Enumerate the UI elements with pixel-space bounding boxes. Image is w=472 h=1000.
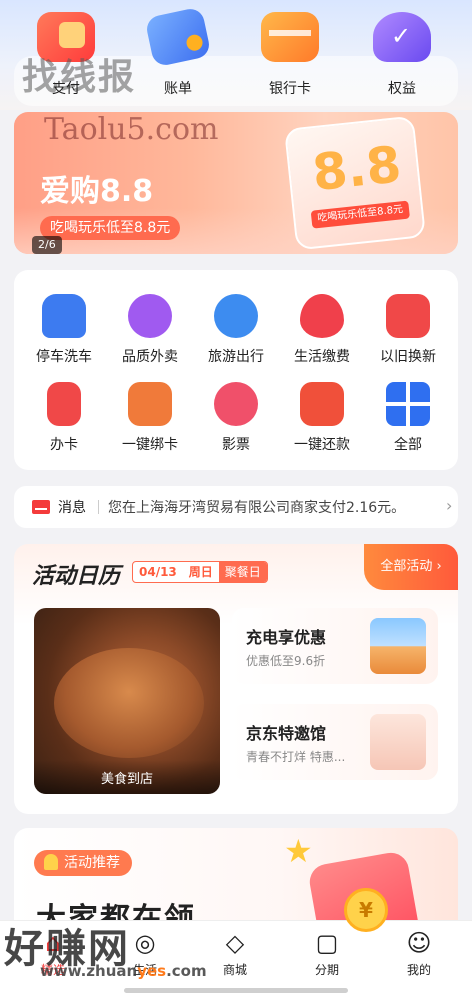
gift-box-number: 8.8 [309, 135, 404, 203]
watermark-url-a: www.zhuan [40, 962, 138, 980]
film-reel-icon [214, 382, 258, 426]
nav-installment[interactable]: ▢ 分期 [292, 929, 362, 978]
smile-icon: ☺ [406, 929, 432, 957]
calendar-title: 活动日历 [32, 564, 121, 589]
service-trade-in[interactable]: 以旧换新 [360, 294, 456, 366]
quick-item-benefits[interactable]: ✓ 权益 [362, 12, 442, 98]
quick-item-benefits-label: 权益 [388, 81, 416, 97]
service-trade-in-label: 以旧换新 [380, 349, 436, 365]
service-card-apply-label: 办卡 [50, 437, 78, 453]
promo-jd-subtitle: 青春不打烊 特惠... [246, 750, 346, 764]
calendar-weekday: 周日 [188, 565, 213, 579]
bind-card-icon [128, 382, 172, 426]
service-utilities[interactable]: 生活缴费 [274, 294, 370, 366]
recommend-badge: 活动推荐 [34, 850, 132, 876]
palm-tree-icon [214, 294, 258, 338]
scooter-icon [128, 294, 172, 338]
food-image [54, 648, 204, 758]
quick-item-bill-label: 账单 [164, 81, 192, 97]
chevron-right-icon: › [446, 496, 453, 515]
service-all-label: 全部 [394, 437, 422, 453]
calendar-festival: 聚餐日 [218, 562, 267, 582]
coin-icon: ¥ [344, 888, 388, 932]
benefits-icon: ✓ [373, 12, 431, 62]
message-bar[interactable]: 消息 您在上海海牙湾贸易有限公司商家支付2.16元。 › [14, 486, 458, 528]
service-card-apply[interactable]: 办卡 [16, 382, 112, 454]
services-grid: 停车洗车 品质外卖 旅游出行 生活缴费 以旧换新 办卡 一键绑卡 影票 一键还款… [14, 270, 458, 470]
service-parking-label: 停车洗车 [36, 349, 92, 365]
service-repay-label: 一键还款 [294, 437, 350, 453]
activity-calendar: 活动日历 04/13 周日 聚餐日 全部活动 › 美食到店 充电享优惠 优惠低至9.… [14, 544, 458, 814]
gift-box-tag: 吃喝玩乐低至8.8元 [310, 200, 410, 229]
quick-item-bank-card-label: 银行卡 [269, 81, 311, 97]
service-movie-tickets[interactable]: 影票 [188, 382, 284, 454]
banner-gift-box: 8.8 吃喝玩乐低至8.8元 [283, 115, 427, 251]
bill-icon [144, 6, 212, 68]
nav-mine[interactable]: ☺ 我的 [384, 929, 454, 978]
repay-icon [300, 382, 344, 426]
service-bind-card[interactable]: 一键绑卡 [102, 382, 198, 454]
message-content: 您在上海海牙湾贸易有限公司商家支付2.16元。 [108, 500, 406, 516]
promo-ev-subtitle: 优惠低至9.6折 [246, 654, 326, 668]
car-icon [42, 294, 86, 338]
bell-icon [44, 854, 58, 870]
watermark-url-b: yes [137, 962, 167, 980]
service-utilities-label: 生活缴费 [294, 349, 350, 365]
nav-installment-label: 分期 [314, 963, 339, 977]
quick-item-bill[interactable]: 账单 [138, 6, 218, 98]
food-caption: 美食到店 [34, 760, 220, 794]
envelope-icon [32, 500, 50, 514]
nav-mall-label: 商城 [222, 963, 247, 977]
flame-icon [300, 294, 344, 338]
diamond-icon: ◇ [225, 929, 245, 957]
service-all[interactable]: 全部 [360, 382, 456, 454]
nav-mall[interactable]: ◇ 商城 [200, 929, 270, 978]
service-travel-label: 旅游出行 [208, 349, 264, 365]
service-takeout[interactable]: 品质外卖 [102, 294, 198, 366]
food-card[interactable]: 美食到店 [34, 608, 220, 794]
card-apply-icon [47, 382, 81, 426]
watermark-site: Taolu5.com [44, 112, 219, 147]
message-divider [98, 500, 99, 514]
ev-car-icon [370, 618, 426, 674]
calendar-date: 04/13 [139, 565, 177, 579]
service-bind-card-label: 一键绑卡 [122, 437, 178, 453]
promo-ev-title: 充电享优惠 [246, 628, 327, 647]
star-icon: ★ [284, 832, 313, 870]
jd-product-icon [370, 714, 426, 770]
bag-icon: ▢ [315, 929, 339, 957]
bank-card-icon [261, 12, 319, 62]
all-activities-button[interactable]: 全部活动 › [364, 544, 458, 590]
promo-jd[interactable]: 京东特邀馆 青春不打烊 特惠... [232, 704, 438, 780]
message-title: 消息 [58, 500, 86, 516]
grid-icon [386, 382, 430, 426]
trade-in-icon [386, 294, 430, 338]
promo-ev-charging[interactable]: 充电享优惠 优惠低至9.6折 [232, 608, 438, 684]
watermark-url: www.zhuanyes.com [40, 962, 207, 980]
home-indicator [124, 988, 348, 993]
watermark-url-c: .com [166, 962, 207, 980]
banner-title: 爱购8.8 [40, 174, 154, 209]
service-takeout-label: 品质外卖 [122, 349, 178, 365]
calendar-date-tag: 04/13 周日 聚餐日 [132, 561, 268, 583]
quick-item-bank-card[interactable]: 银行卡 [250, 12, 330, 98]
promo-jd-title: 京东特邀馆 [246, 724, 327, 743]
quick-item-pay-label: 支付 [52, 81, 80, 97]
banner-pager: 2/6 [32, 236, 62, 254]
service-travel[interactable]: 旅游出行 [188, 294, 284, 366]
service-parking[interactable]: 停车洗车 [16, 294, 112, 366]
service-movie-tickets-label: 影票 [222, 437, 250, 453]
nav-mine-label: 我的 [406, 963, 431, 977]
recommend-badge-label: 活动推荐 [64, 855, 120, 871]
service-repay[interactable]: 一键还款 [274, 382, 370, 454]
